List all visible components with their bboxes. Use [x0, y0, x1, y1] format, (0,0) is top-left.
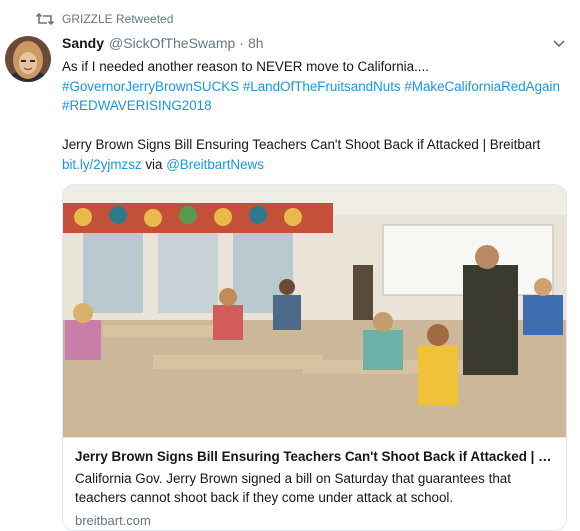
- tweet-header: Sandy @SickOfTheSwamp · 8h: [62, 35, 264, 51]
- display-name[interactable]: Sandy: [62, 35, 104, 51]
- user-handle[interactable]: @SickOfTheSwamp: [109, 35, 235, 51]
- card-description: California Gov. Jerry Brown signed a bil…: [75, 471, 511, 505]
- link-line: bit.ly/2yjmzsz via @BreitbartNews: [62, 155, 572, 175]
- avatar[interactable]: [5, 36, 51, 82]
- via-label: via: [145, 156, 163, 172]
- retweet-label: GRIZZLE Retweeted: [62, 12, 174, 26]
- via-account-link[interactable]: @BreitbartNews: [166, 157, 264, 172]
- hashtag-redwave[interactable]: #REDWAVERISING2018: [62, 96, 572, 116]
- short-link[interactable]: bit.ly/2yjmzsz: [62, 157, 142, 172]
- tweet-headline: Jerry Brown Signs Bill Ensuring Teachers…: [62, 137, 541, 152]
- retweet-context[interactable]: GRIZZLE Retweeted: [36, 10, 173, 28]
- card-title[interactable]: Jerry Brown Signs Bill Ensuring Teachers…: [75, 448, 554, 466]
- card-body: Jerry Brown Signs Bill Ensuring Teachers…: [63, 437, 566, 530]
- tweet-timestamp[interactable]: 8h: [248, 35, 264, 51]
- retweet-icon: [36, 12, 54, 26]
- link-card[interactable]: Jerry Brown Signs Bill Ensuring Teachers…: [62, 184, 567, 531]
- tweet-text: As if I needed another reason to NEVER m…: [62, 57, 572, 174]
- card-image: [63, 185, 566, 437]
- separator-dot: ·: [239, 35, 244, 51]
- tweet-text-line: As if I needed another reason to NEVER m…: [62, 59, 429, 74]
- card-domain: breitbart.com: [75, 513, 151, 528]
- hashtags-line[interactable]: #GovernorJerryBrownSUCKS #LandOfTheFruit…: [62, 77, 572, 97]
- chevron-down-icon[interactable]: [552, 38, 566, 50]
